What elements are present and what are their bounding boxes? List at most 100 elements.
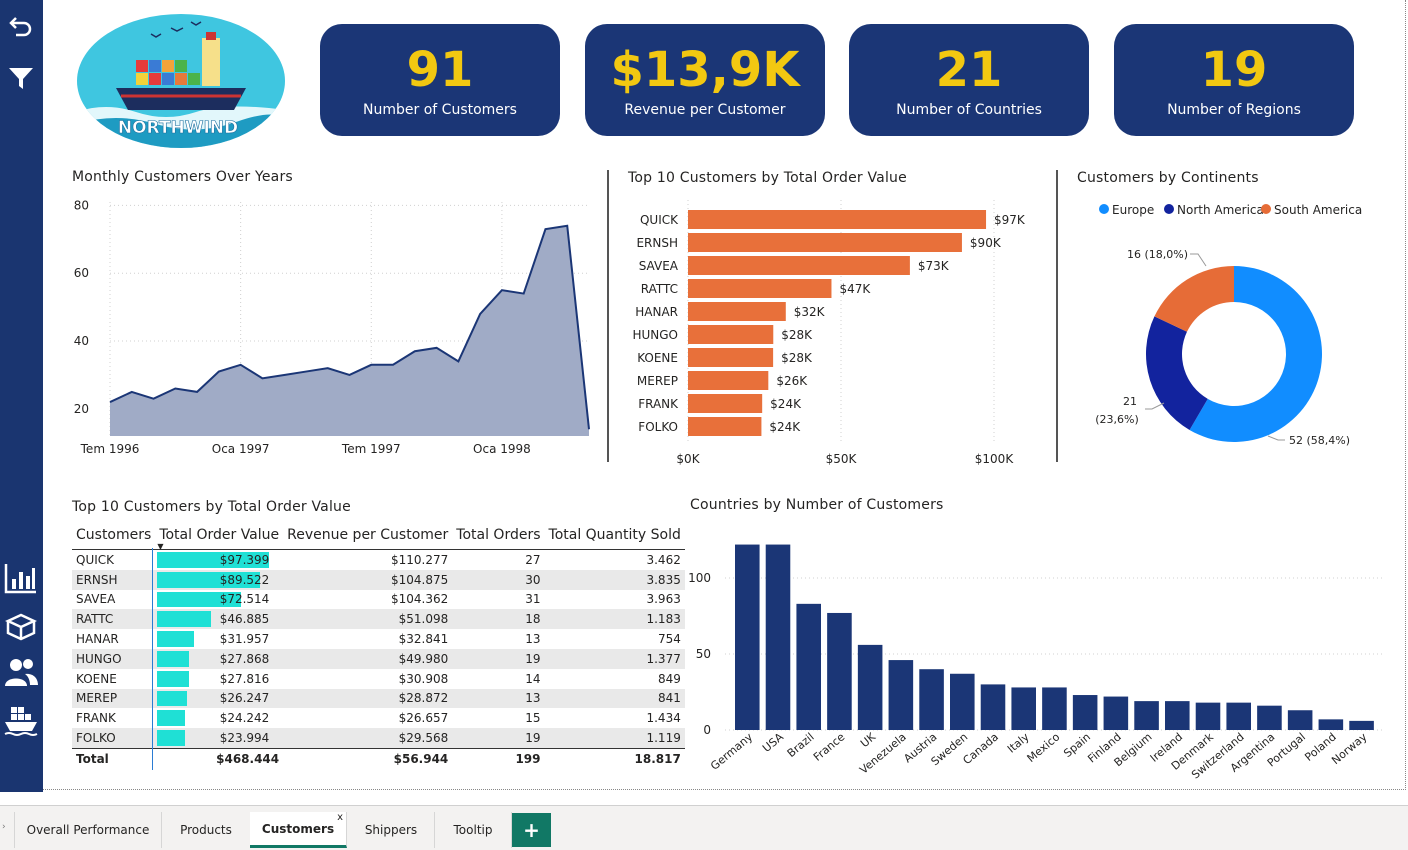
kpi-number-of-countries: 21 Number of Countries — [849, 24, 1089, 136]
category-label: HUNGO — [632, 328, 678, 342]
table-row[interactable]: FRANK $24.242 $26.657 15 1.434 — [72, 708, 685, 729]
column-header-total-orders[interactable]: Total Orders — [452, 521, 544, 550]
cell-value: $31.957 — [219, 632, 270, 647]
kpi-number-of-regions: 19 Number of Regions — [1114, 24, 1354, 136]
category-label: SAVEA — [639, 259, 679, 273]
bar — [1103, 696, 1129, 730]
legend-label: Europe — [1112, 203, 1154, 217]
tab-products[interactable]: Products — [162, 812, 251, 848]
tab-customers[interactable]: Customers x — [250, 812, 347, 848]
table-cell: HUNGO — [72, 648, 156, 669]
data-label: $90K — [970, 236, 1002, 250]
total-cell: $56.944 — [283, 747, 453, 769]
table-cell: 1.434 — [544, 708, 685, 729]
x-tick-label: Canada — [961, 730, 1001, 767]
countries-column-chart[interactable]: 050100Germany USABrazilFrance UKVenezuelaA… — [680, 540, 1395, 785]
table-cell: HANAR — [72, 629, 156, 649]
cell-value: $24.242 — [219, 711, 270, 726]
column-header-total-quantity-sold[interactable]: Total Quantity Sold — [545, 521, 685, 550]
y-tick-label: 20 — [74, 402, 89, 416]
table-row[interactable]: FOLKO $23.994 $29.568 19 1.119 — [72, 728, 685, 749]
table-cell: 30 — [452, 569, 545, 590]
table-cell: 19 — [452, 728, 545, 749]
bar — [688, 279, 832, 298]
scroll-left-icon[interactable]: › — [2, 822, 6, 832]
category-label: KOENE — [637, 351, 678, 365]
bar — [735, 544, 760, 730]
table-row[interactable]: ERNSH $89.522 $104.875 30 3.835 — [72, 569, 685, 590]
data-label: $47K — [839, 282, 871, 296]
table-row[interactable]: RATTC $46.885 $51.098 18 1.183 — [72, 609, 685, 630]
table-cell: 3.963 — [544, 589, 685, 610]
table-cell: KOENE — [72, 668, 156, 689]
table-cell: $26.657 — [283, 708, 453, 729]
people-icon[interactable] — [3, 654, 39, 690]
bar — [765, 544, 791, 730]
close-tab-icon[interactable]: x — [337, 812, 343, 823]
x-tick-label: Mexico — [1025, 730, 1063, 765]
x-tick-label: USA — [760, 730, 786, 755]
column-header-customers[interactable]: Customers — [72, 521, 155, 550]
table-cell: $110.277 — [283, 549, 453, 570]
continents-donut-chart[interactable]: Europe North America South America 52 (58,4… — [1070, 196, 1400, 456]
x-tick-label: Norway — [1329, 730, 1370, 767]
table-cell: 13 — [452, 629, 545, 649]
table-row[interactable]: SAVEA $72.514 $104.362 31 3.963 — [72, 589, 685, 610]
divider — [607, 170, 609, 462]
table-row[interactable]: HANAR $31.957 $32.841 13 754 — [72, 629, 685, 649]
page-tab-bar: › Overall Performance Products Customers… — [0, 805, 1408, 850]
bar — [688, 233, 962, 252]
leader-line — [1267, 435, 1285, 441]
filter-icon[interactable] — [3, 60, 39, 96]
table-row[interactable]: KOENE $27.816 $30.908 14 849 — [72, 668, 685, 689]
column-header-revenue-per-customer[interactable]: Revenue per Customer — [283, 521, 452, 550]
legend-marker — [1099, 204, 1109, 214]
table-cell: 1.183 — [544, 609, 685, 630]
box-icon[interactable] — [3, 608, 39, 644]
ship-icon[interactable] — [3, 702, 39, 738]
cell-total-order-value: $24.242 — [155, 708, 284, 729]
table-cell: $51.098 — [283, 609, 453, 630]
table-row[interactable]: HUNGO $27.868 $49.980 19 1.377 — [72, 648, 685, 669]
table-cell: 849 — [544, 668, 685, 689]
table-cell: 841 — [544, 688, 685, 709]
table-cell: $30.908 — [283, 668, 453, 689]
category-label: FRANK — [638, 397, 679, 411]
area-chart-title: Monthly Customers Over Years — [72, 169, 293, 185]
category-label: ERNSH — [636, 236, 678, 250]
table-cell: 19 — [452, 648, 545, 669]
cell-total-order-value: $46.885 — [155, 609, 284, 630]
cell-total-order-value: $23.994 — [155, 728, 284, 749]
bar — [688, 325, 774, 344]
back-arrow-icon[interactable] — [3, 8, 39, 44]
column-header-total-order-value[interactable]: Total Order Value ▼ — [155, 521, 283, 551]
tab-overall-performance[interactable]: Overall Performance — [15, 812, 162, 848]
table-cell: 1.377 — [544, 648, 685, 669]
add-page-button[interactable]: + — [512, 813, 551, 847]
table-cell: 3.462 — [544, 549, 685, 570]
table-cell: MEREP — [72, 688, 156, 709]
monthly-customers-area-chart[interactable]: 20 40 60 80 Tem 1996 Oca 1997 Tem 1997 Oca 1998 — [62, 190, 602, 465]
tab-label: Customers — [261, 821, 335, 836]
tab-shippers[interactable]: Shippers — [348, 812, 435, 848]
tab-tooltip[interactable]: Tooltip — [435, 812, 512, 848]
legend-label: North America — [1177, 203, 1264, 217]
bar-chart-icon[interactable] — [3, 560, 39, 596]
donut-slice — [1146, 316, 1208, 430]
bar — [688, 417, 762, 436]
sidebar — [0, 0, 43, 792]
table-cell: 3.835 — [544, 569, 685, 590]
table-cell: 1.119 — [544, 728, 685, 749]
data-label: $28K — [781, 351, 813, 365]
cell-value: $23.994 — [219, 731, 270, 746]
y-tick-label: 60 — [74, 266, 89, 280]
bar — [1134, 701, 1159, 730]
table-row[interactable]: MEREP $26.247 $28.872 13 841 — [72, 688, 685, 709]
hbar-chart-title: Top 10 Customers by Total Order Value — [628, 170, 907, 186]
table-row[interactable]: QUICK $97.399 $110.277 27 3.462 — [72, 549, 685, 570]
top-customers-bar-chart[interactable]: $0K $50K $100K QUICK $97K ERNSH $90K SAVEA $73K R… — [620, 200, 1040, 470]
customers-table: Customers Total Order Value ▼ Revenue pe… — [72, 521, 685, 769]
table-cell: FOLKO — [72, 728, 156, 749]
kpi-label: Number of Countries — [896, 102, 1042, 118]
x-tick-label: $50K — [826, 452, 858, 466]
